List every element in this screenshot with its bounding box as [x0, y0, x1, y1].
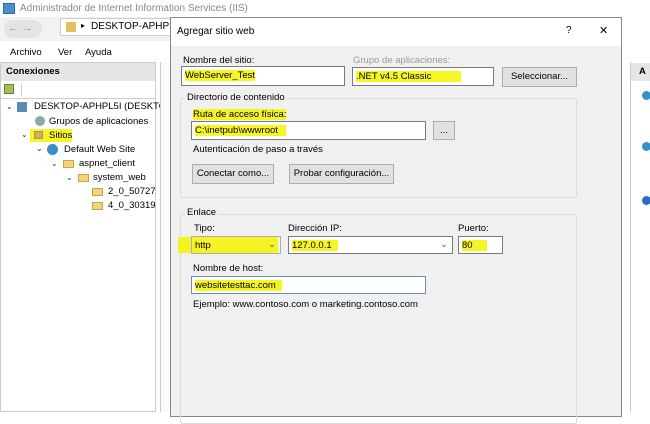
- close-button[interactable]: ✕: [599, 24, 608, 37]
- binding-label: Enlace: [185, 207, 219, 218]
- type-label: Tipo:: [194, 223, 215, 234]
- physical-path-input[interactable]: C:\inetpub\wwwroot: [191, 121, 426, 140]
- address-bar[interactable]: ▸ DESKTOP-APHPL5: [60, 18, 180, 36]
- folder-icon: [78, 174, 89, 182]
- address-icon: [66, 22, 76, 32]
- globe-icon: [47, 144, 58, 155]
- tree-item-aspnet-client[interactable]: aspnet_client: [79, 158, 135, 169]
- dialog-title: Agregar sitio web: [177, 26, 255, 37]
- folder-icon: [63, 160, 74, 168]
- chevron-right-icon: ▸: [81, 21, 86, 30]
- chevron-down-icon[interactable]: ⌄: [6, 102, 13, 111]
- physical-path-value: C:\inetpub\wwwroot: [195, 125, 286, 136]
- folder-icon: [92, 188, 103, 196]
- chevron-down-icon[interactable]: ⌄: [36, 144, 43, 153]
- app-pool-input: .NET v4.5 Classic: [352, 67, 494, 86]
- tree-item-4-0[interactable]: 4_0_30319: [108, 200, 156, 211]
- sites-icon: [34, 131, 43, 139]
- connections-header: Conexiones: [1, 63, 155, 81]
- ip-select[interactable]: 127.0.0.1 ⌄: [288, 236, 453, 254]
- tree-item-default-web-site[interactable]: Default Web Site: [64, 144, 135, 155]
- tree-item-app-pools[interactable]: Grupos de aplicaciones: [49, 116, 148, 127]
- menu-ayuda[interactable]: Ayuda: [85, 47, 112, 58]
- menu-ver[interactable]: Ver: [58, 47, 72, 58]
- globe-icon[interactable]: [642, 91, 650, 100]
- help-button[interactable]: ?: [566, 25, 572, 36]
- actions-panel: [630, 62, 650, 412]
- menu-archivo[interactable]: Archivo: [10, 47, 42, 58]
- toolbar-divider: [21, 84, 22, 96]
- actions-header: A: [631, 63, 650, 81]
- port-label: Puerto:: [458, 223, 489, 234]
- chevron-down-icon[interactable]: ⌄: [51, 159, 58, 168]
- app-title: Administrador de Internet Information Se…: [20, 3, 248, 14]
- new-connection-icon[interactable]: [4, 84, 14, 94]
- chevron-down-icon[interactable]: ⌄: [66, 173, 73, 182]
- app-pool-value: .NET v4.5 Classic: [356, 71, 462, 82]
- chevron-down-icon: ⌄: [440, 239, 448, 250]
- chevron-down-icon: ⌄: [268, 239, 276, 250]
- type-select[interactable]: http ⌄: [191, 236, 281, 254]
- app-pools-icon: [35, 116, 45, 126]
- content-directory-label: Directorio de contenido: [185, 92, 287, 103]
- site-name-input[interactable]: WebServer_Test: [181, 66, 345, 86]
- tree-item-sites[interactable]: Sitios: [49, 130, 72, 141]
- tree-divider: [0, 98, 156, 99]
- select-app-pool-button[interactable]: Seleccionar...: [502, 67, 577, 87]
- port-value: 80: [462, 240, 487, 251]
- chevron-down-icon[interactable]: ⌄: [21, 130, 28, 139]
- ip-label: Dirección IP:: [288, 223, 342, 234]
- app-pool-label: Grupo de aplicaciones:: [353, 55, 451, 66]
- server-icon: [17, 102, 27, 112]
- help-icon[interactable]: [642, 196, 650, 205]
- tree-item-system-web[interactable]: system_web: [93, 172, 146, 183]
- site-name-label: Nombre del sitio:: [183, 55, 255, 66]
- host-name-label: Nombre de host:: [193, 263, 264, 274]
- address-text: DESKTOP-APHPL5: [91, 21, 181, 32]
- back-button[interactable]: ← →: [4, 20, 42, 38]
- tree-item-server[interactable]: DESKTOP-APHPL5I (DESKTOP: [34, 101, 173, 112]
- folder-icon: [92, 202, 103, 210]
- type-value: http: [195, 240, 211, 251]
- host-name-input[interactable]: websitetesttac.com: [191, 276, 426, 294]
- test-settings-button[interactable]: Probar configuración...: [289, 164, 394, 184]
- app-icon: [3, 3, 15, 14]
- site-name-value: WebServer_Test: [185, 70, 256, 81]
- ip-value: 127.0.0.1: [292, 240, 338, 251]
- globe-icon[interactable]: [642, 142, 650, 151]
- connections-panel: [0, 62, 156, 412]
- pass-through-auth-label: Autenticación de paso a través: [193, 144, 323, 155]
- physical-path-label: Ruta de acceso física:: [193, 109, 287, 120]
- port-input[interactable]: 80: [458, 236, 503, 254]
- browse-button[interactable]: ...: [433, 121, 455, 140]
- host-example-text: Ejemplo: www.contoso.com o marketing.con…: [193, 299, 418, 310]
- connect-as-button[interactable]: Conectar como...: [192, 164, 274, 184]
- tree-item-2-0[interactable]: 2_0_50727: [108, 186, 156, 197]
- host-name-value: websitetesttac.com: [195, 280, 282, 291]
